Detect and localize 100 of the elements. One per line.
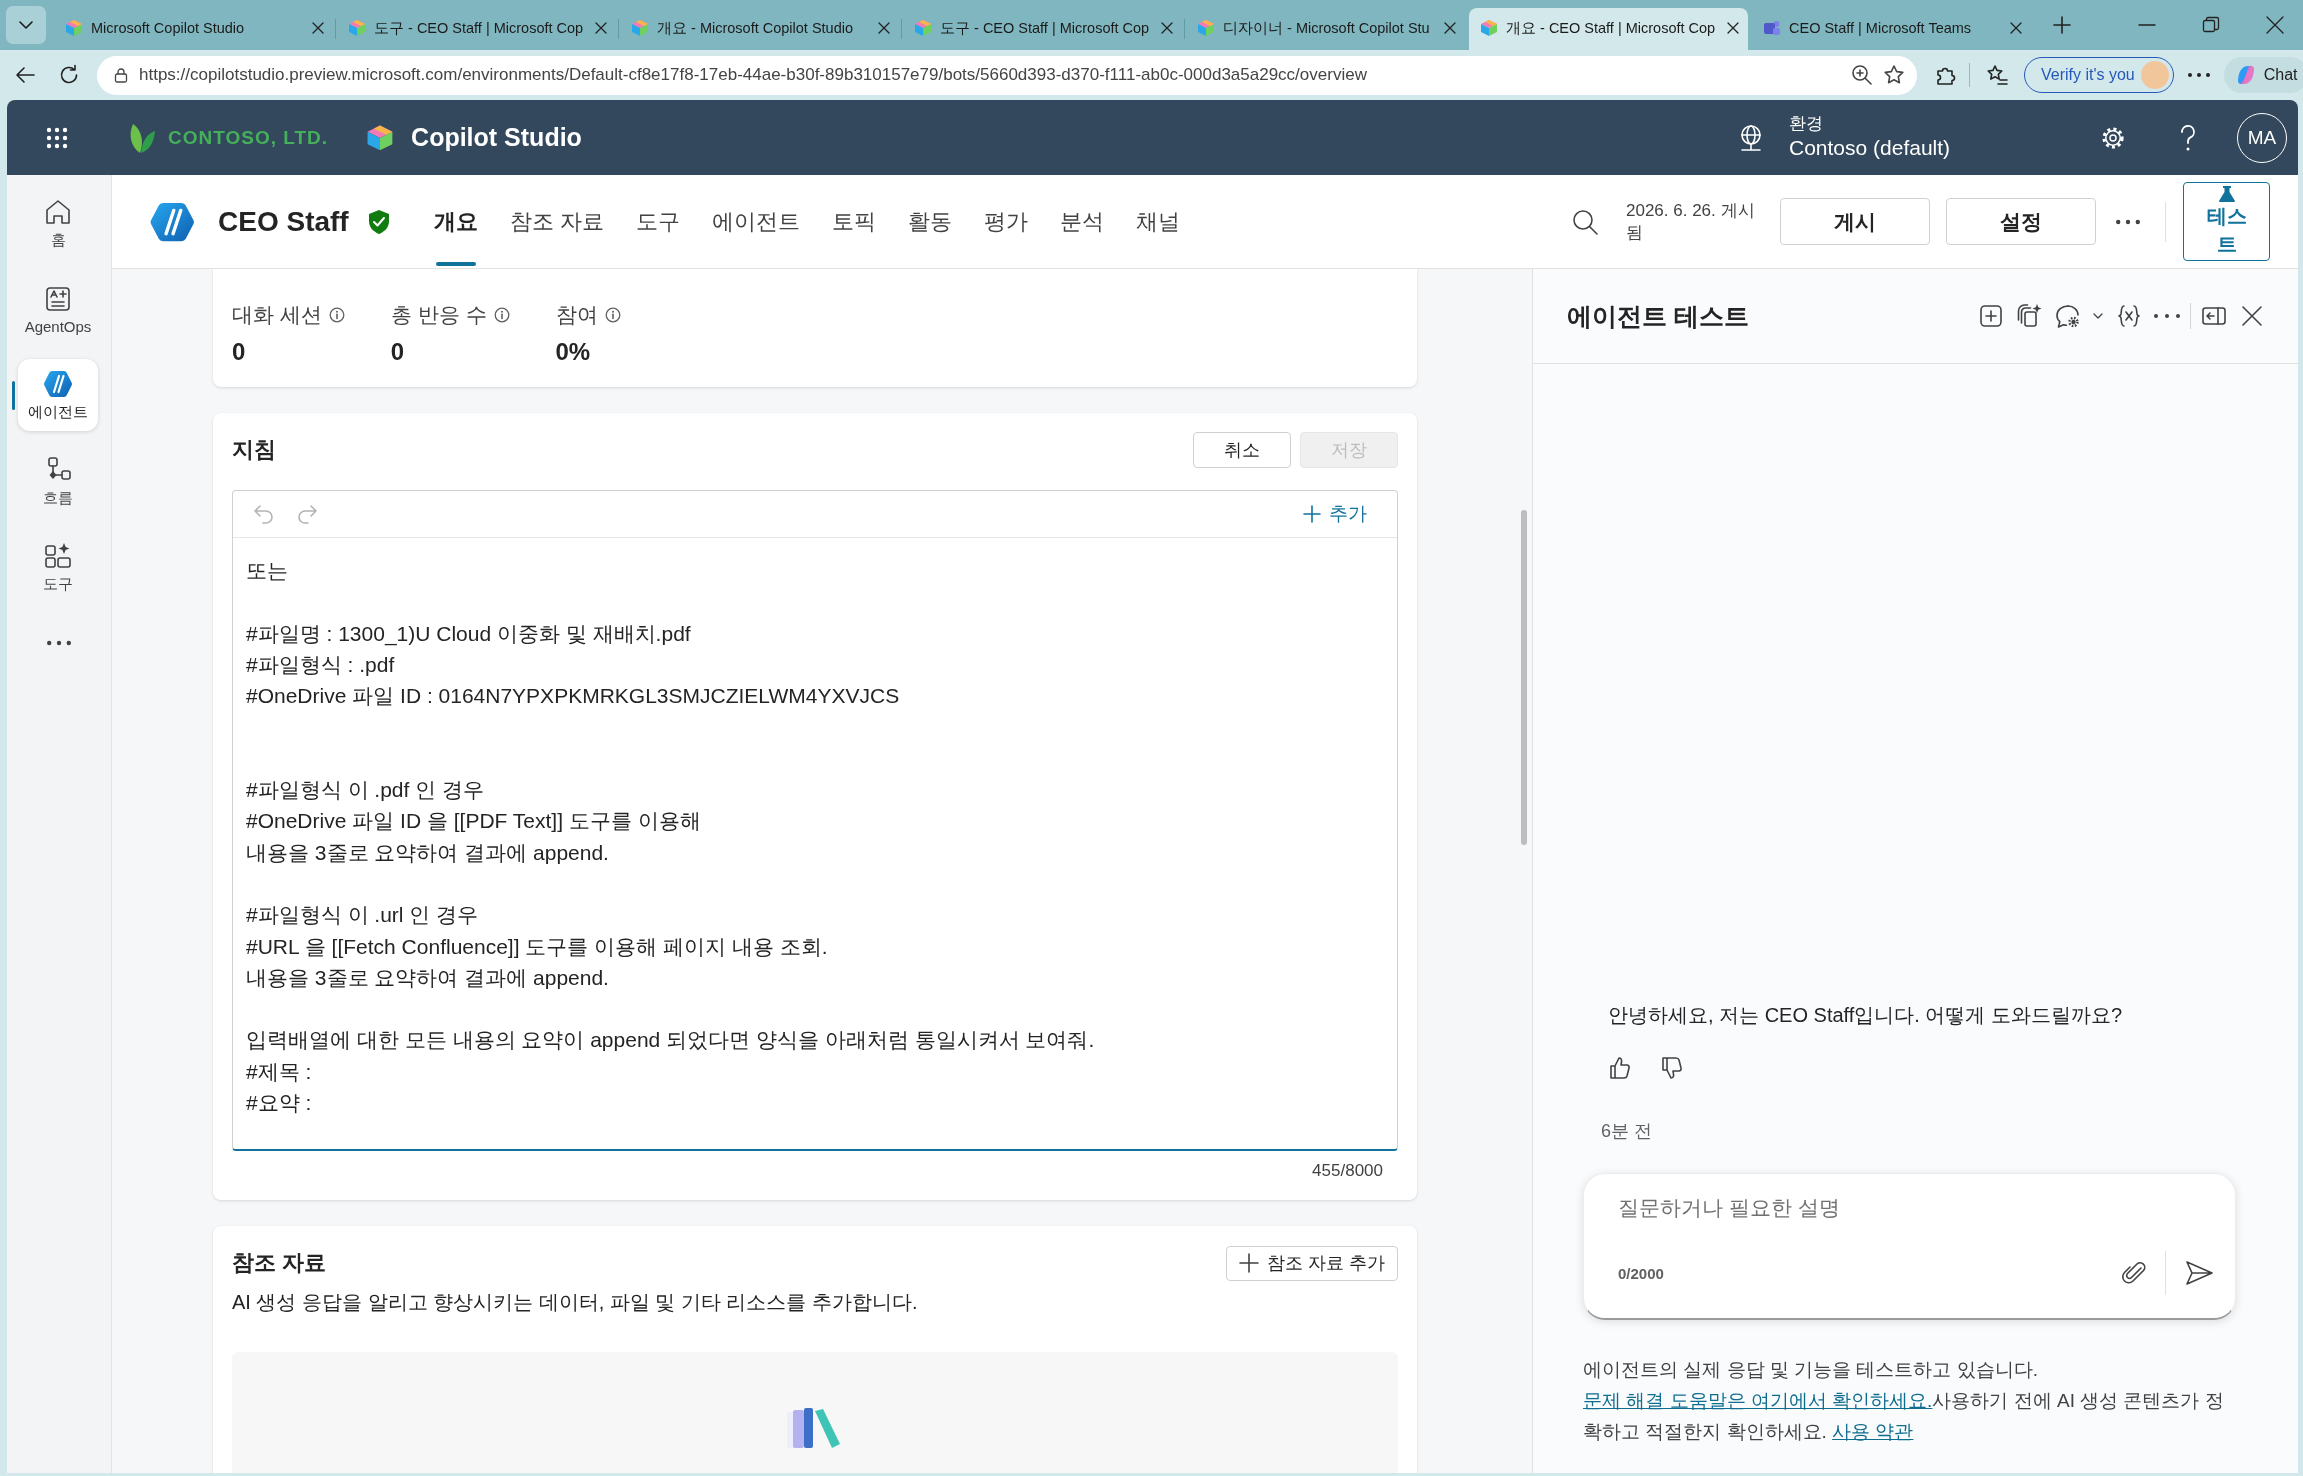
lock-icon[interactable] <box>113 67 129 83</box>
metric-value: 0 <box>390 337 406 367</box>
chat-button[interactable]: Chat <box>2223 57 2303 93</box>
close-icon[interactable] <box>311 21 325 35</box>
character-count: 455/8000 <box>1311 1161 1384 1182</box>
star-icon[interactable] <box>1883 64 1905 86</box>
flask-icon <box>2217 185 2236 202</box>
rail-item[interactable]: 도구 <box>18 531 98 603</box>
test-button[interactable]: 테스트 <box>2183 182 2270 261</box>
panel-title: 에이전트 테스트 <box>1567 300 1749 332</box>
rail-item[interactable]: AgentOps <box>18 273 98 345</box>
nav-tab[interactable]: 에이전트 <box>695 175 816 268</box>
card-title: 참조 자료 <box>232 1249 327 1278</box>
info-icon[interactable] <box>604 307 621 323</box>
card-description: AI 생성 응답을 알리고 향상시키는 데이터, 파일 및 기타 리소스를 추가합니다. <box>232 1290 919 1316</box>
favorites-icon[interactable] <box>1986 64 2008 86</box>
close-icon[interactable] <box>1726 21 1740 35</box>
profile-avatar-icon <box>2140 61 2169 89</box>
help-link[interactable]: 사용 약관 <box>1832 1421 1914 1442</box>
browser-tab[interactable]: Microsoft Copilot Studio <box>54 8 333 50</box>
cube-logo-icon <box>65 19 83 37</box>
copilot-cube-logo-icon <box>366 123 395 152</box>
message-time: 6분 전 <box>1601 1120 1653 1143</box>
info-icon[interactable] <box>493 307 510 323</box>
close-icon[interactable] <box>877 21 891 35</box>
address-bar[interactable]: https://copilotstudio.preview.microsoft.com/environments/Default-cf8e17f8-17eb-44ae-b30f-89b310157e79/bots/5660d393-d370-f111-ab0c-000d3a5a29cc/overview <box>97 55 1917 95</box>
thumbs-down-icon[interactable] <box>1659 1055 1685 1081</box>
nav-tab[interactable]: 참조 자료 <box>493 175 620 268</box>
new-tab-icon[interactable] <box>2052 15 2072 35</box>
nav-tab[interactable]: 채널 <box>1119 175 1196 268</box>
help-link[interactable]: 문제 해결 도움말은 여기에서 확인하세요. <box>1583 1390 1933 1411</box>
company-logo-text: CONTOSO, LTD. <box>168 126 329 149</box>
plus-icon <box>1303 505 1321 523</box>
metric-value: 0% <box>555 337 592 367</box>
metric-label: 참여 <box>555 302 598 328</box>
cube-logo-icon <box>348 19 366 37</box>
thumbs-up-icon[interactable] <box>1607 1055 1633 1081</box>
cube-logo-icon <box>1197 19 1215 37</box>
browser-tab[interactable]: 개요 - CEO Staff | Microsoft Cop <box>1469 8 1748 50</box>
close-icon[interactable] <box>1160 21 1174 35</box>
agent-logo-icon <box>43 368 73 399</box>
close-icon[interactable] <box>2239 303 2265 329</box>
disclaimer-text: 에이전트의 실제 응답 및 기능을 테스트하고 있습니다. 문제 해결 도움말은 여기에서 확인하세요.사용하기 전에 AI 생성 콘텐츠가 정확하고 적절한지 확인하세요. 사용 약관 <box>1583 1358 2225 1444</box>
nav-tab[interactable]: 분석 <box>1043 175 1120 268</box>
close-icon[interactable] <box>594 21 608 35</box>
search-icon[interactable] <box>1571 207 1599 236</box>
character-count: 0/2000 <box>1618 1264 1664 1282</box>
cancel-button[interactable]: 취소 <box>1193 432 1291 468</box>
add-button[interactable]: 추가 <box>1303 501 1367 527</box>
environment-name[interactable]: Contoso (default) <box>1789 134 1951 161</box>
metric-value: 0 <box>232 337 247 367</box>
cube-logo-icon <box>1480 19 1498 37</box>
settings-icon[interactable] <box>2100 124 2126 151</box>
nav-tab[interactable]: 활동 <box>891 175 968 268</box>
paperclip-icon[interactable] <box>2121 1260 2147 1286</box>
close-icon[interactable] <box>2009 21 2023 35</box>
nav-tab[interactable]: 도구 <box>619 175 696 268</box>
scrollbar-thumb[interactable] <box>1521 510 1527 845</box>
nav-tab[interactable]: 평가 <box>967 175 1044 268</box>
close-icon[interactable] <box>2266 16 2284 34</box>
plus-square-icon[interactable] <box>1978 303 2004 329</box>
rail-item[interactable]: 홈 <box>18 187 98 259</box>
info-icon[interactable] <box>328 307 345 323</box>
variable-icon[interactable] <box>2116 303 2142 329</box>
browser-tab[interactable]: 개요 - Microsoft Copilot Studio <box>620 8 899 50</box>
cube-logo-icon <box>914 19 932 37</box>
teams-logo-icon <box>1763 19 1781 37</box>
send-icon[interactable] <box>2184 1258 2214 1288</box>
browser-tab[interactable]: CEO Staff | Microsoft Teams <box>1752 8 2031 50</box>
close-icon[interactable] <box>1443 21 1457 35</box>
refresh-icon[interactable] <box>58 64 80 86</box>
bot-message: 안녕하세요, 저는 CEO Staff입니다. 어떻게 도와드릴까요? <box>1608 1003 2124 1028</box>
agent-name: CEO Staff <box>218 205 349 238</box>
environment-label: 환경 <box>1789 114 1824 134</box>
app-launcher-icon[interactable] <box>45 125 69 150</box>
cards-sparkle-icon[interactable] <box>2016 303 2042 329</box>
browser-tab[interactable]: 도구 - CEO Staff | Microsoft Cop <box>337 8 616 50</box>
add-knowledge-button[interactable]: 참조 자료 추가 <box>1226 1245 1398 1281</box>
verified-shield-icon <box>367 208 390 235</box>
rail-item[interactable]: 흐름 <box>18 445 98 517</box>
product-name: Copilot Studio <box>411 123 582 152</box>
rail-item[interactable]: 에이전트 <box>18 359 98 431</box>
plus-icon <box>1239 1253 1259 1274</box>
user-avatar[interactable]: MA <box>2237 112 2287 163</box>
nav-tab[interactable]: 개요 <box>417 175 494 268</box>
nav-tab[interactable]: 토픽 <box>815 175 892 268</box>
tab-list-chevron-icon[interactable] <box>6 6 46 44</box>
publish-button[interactable]: 게시 <box>1780 198 1930 245</box>
zoom-in-icon[interactable] <box>1851 64 1873 86</box>
chat-input-field[interactable]: 질문하거나 필요한 설명 0/2000 <box>1583 1173 2236 1320</box>
instructions-input[interactable]: 또는 #파일명 : 1300_1)U Cloud 이중화 및 재배치.pdf #파일형식 : .pdf #OneDrive 파일 ID : 0164N7YPXPKMRKGL3SMJCZIELWM4YXVJCS #파일형식 이 .pdf 인 경우 #OneDrive 파일 ID 을 [[PDF Text]] 도구를 이용해 내용을 3줄로 요약하여 결과에 append. #파일형식 이 .url 인 경우 #URL 을 [[Fetch Confluence]] 도구를 이용해 페이지 내용 조회. 내용을 3줄로 요약하여 결과에 append. 입력배열에 대한 모든 내용의 요약이 append 되었다면 양식을 아래처럼 통일시켜서 보여줘. #제목 : #요약 : <box>233 538 1397 1150</box>
browser-tab[interactable]: 도구 - CEO Staff | Microsoft Cop <box>903 8 1182 50</box>
browser-tab[interactable]: 디자이너 - Microsoft Copilot Stu <box>1186 8 1465 50</box>
restore-icon[interactable] <box>2202 16 2220 34</box>
cube-logo-icon <box>631 19 649 37</box>
chat-gear-icon[interactable] <box>2054 303 2080 329</box>
selected-indicator <box>12 380 15 410</box>
back-arrow-icon[interactable] <box>14 64 36 86</box>
settings-button[interactable]: 설정 <box>1946 198 2096 245</box>
card-title: 지침 <box>232 436 276 464</box>
